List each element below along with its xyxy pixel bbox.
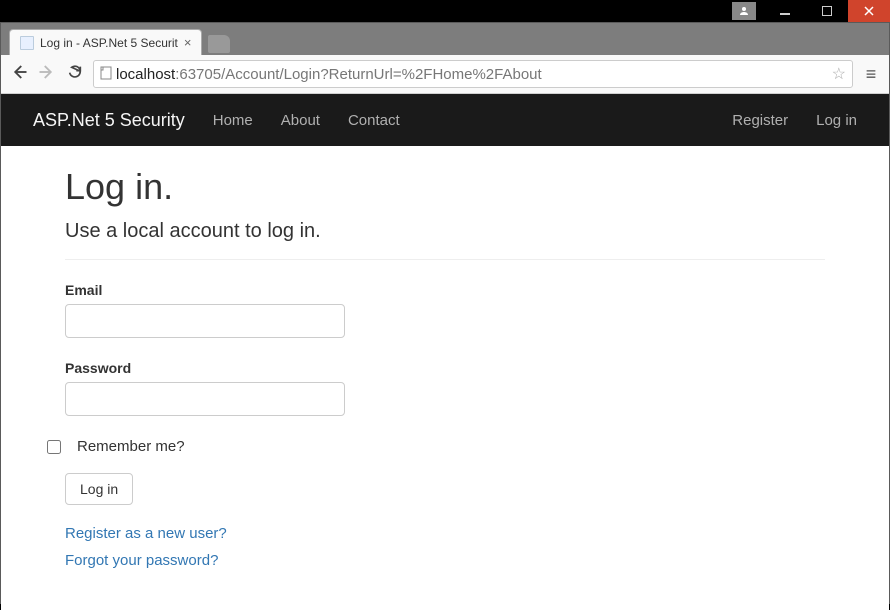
browser-toolbar: localhost:63705/Account/Login?ReturnUrl=… <box>1 55 889 94</box>
page-title: Log in. <box>65 166 825 208</box>
email-label: Email <box>65 282 825 298</box>
hamburger-menu-icon[interactable]: ≡ <box>861 64 881 85</box>
url-path: :63705/Account/Login?ReturnUrl=%2FHome%2… <box>175 66 541 83</box>
tabs-row: Log in - ASP.Net 5 Securit × <box>1 29 889 55</box>
reload-button[interactable] <box>65 64 85 85</box>
address-bar[interactable]: localhost:63705/Account/Login?ReturnUrl=… <box>93 60 853 88</box>
main-container: Log in. Use a local account to log in. E… <box>1 146 889 609</box>
site-navbar: ASP.Net 5 Security Home About Contact Re… <box>1 94 889 146</box>
email-input[interactable] <box>65 304 345 338</box>
window-close-button[interactable] <box>848 0 890 22</box>
nav-link-contact[interactable]: Contact <box>348 112 400 129</box>
nav-link-about[interactable]: About <box>281 112 320 129</box>
minimize-button[interactable] <box>764 0 806 22</box>
login-button[interactable]: Log in <box>65 473 133 505</box>
window-titlebar <box>0 0 890 22</box>
tab-close-icon[interactable]: × <box>184 35 192 50</box>
navbar-brand[interactable]: ASP.Net 5 Security <box>33 110 185 131</box>
favicon-icon <box>20 36 34 50</box>
divider <box>65 259 825 260</box>
url-host: localhost <box>116 66 175 83</box>
remember-label: Remember me? <box>77 438 185 455</box>
forgot-password-link[interactable]: Forgot your password? <box>65 552 825 569</box>
forward-button[interactable] <box>37 63 57 86</box>
page-subtitle: Use a local account to log in. <box>65 220 825 243</box>
new-tab-button[interactable] <box>208 35 230 53</box>
page-icon <box>100 66 112 83</box>
user-icon[interactable] <box>732 2 756 20</box>
register-link[interactable]: Register as a new user? <box>65 525 825 542</box>
password-label: Password <box>65 360 825 376</box>
back-button[interactable] <box>9 63 29 86</box>
browser-tab[interactable]: Log in - ASP.Net 5 Securit × <box>9 29 202 55</box>
nav-link-login[interactable]: Log in <box>816 112 857 129</box>
maximize-button[interactable] <box>806 0 848 22</box>
bookmark-star-icon[interactable]: ☆ <box>832 64 846 84</box>
remember-checkbox[interactable] <box>47 440 61 454</box>
remember-row: Remember me? <box>47 438 825 455</box>
tab-title: Log in - ASP.Net 5 Securit <box>40 36 178 50</box>
password-input[interactable] <box>65 382 345 416</box>
nav-link-home[interactable]: Home <box>213 112 253 129</box>
browser-frame: Log in - ASP.Net 5 Securit × localhost:6… <box>0 22 890 604</box>
nav-link-register[interactable]: Register <box>732 112 788 129</box>
page-viewport: ASP.Net 5 Security Home About Contact Re… <box>1 94 889 610</box>
browser-chrome: Log in - ASP.Net 5 Securit × localhost:6… <box>1 23 889 94</box>
